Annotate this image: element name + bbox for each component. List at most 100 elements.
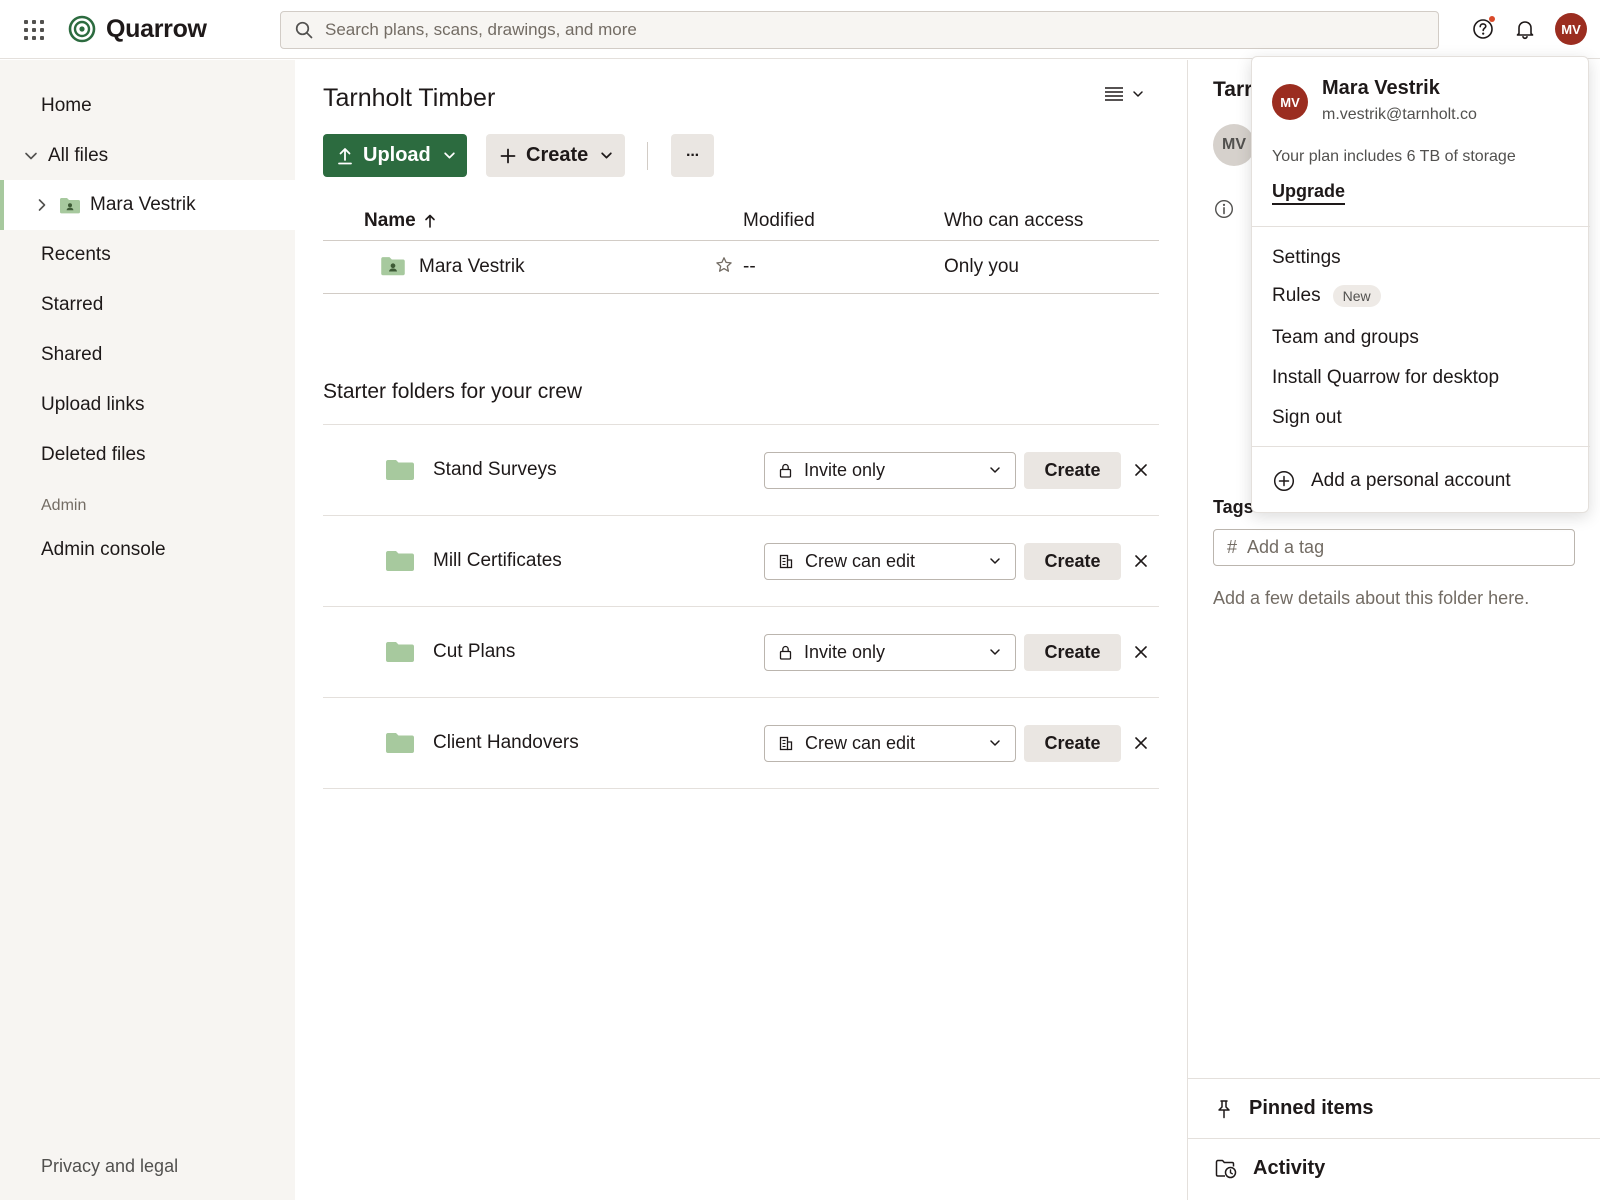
notifications-button[interactable] [1512,16,1538,42]
star-icon[interactable] [715,256,733,280]
more-actions-button[interactable]: ··· [671,134,714,177]
chevron-down-icon[interactable] [22,149,40,163]
menu-item-label: Rules [1272,285,1321,306]
starter-folder-name: Stand Surveys [433,459,557,480]
access-value: Only you [944,256,1019,277]
help-button[interactable] [1470,16,1496,42]
create-folder-button[interactable]: Create [1024,543,1121,580]
building-icon [779,554,793,569]
add-account-label: Add a personal account [1311,470,1511,491]
sidebar-item-all-files[interactable]: All files [0,131,295,181]
plus-circle-icon [1273,470,1295,492]
menu-item-sign-out[interactable]: Sign out [1272,407,1342,429]
column-header-modified[interactable]: Modified [743,210,815,232]
sidebar-item-mara-vestrik[interactable]: Mara Vestrik [0,180,295,230]
sidebar-item-starred[interactable]: Starred [0,280,295,330]
menu-item-rules[interactable]: Rules New [1272,285,1381,307]
access-select[interactable]: Crew can edit [764,543,1016,580]
account-avatar-button[interactable]: MV [1555,13,1587,45]
more-icon: ··· [686,146,700,164]
sidebar-item-deleted-files[interactable]: Deleted files [0,430,295,480]
create-folder-button[interactable]: Create [1024,634,1121,671]
pinned-items-section[interactable]: Pinned items [1188,1078,1600,1138]
view-toggle-button[interactable] [1104,86,1144,102]
upload-button[interactable]: Upload [323,134,467,177]
chevron-down-icon [1133,91,1143,97]
menu-item-settings[interactable]: Settings [1272,247,1341,269]
create-folder-button[interactable]: Create [1024,725,1121,762]
sidebar-item-home[interactable]: Home [0,81,295,131]
activity-label: Activity [1253,1157,1326,1179]
sort-ascending-icon [424,214,435,228]
avatar: MV [1272,84,1308,120]
starter-folder-name: Mill Certificates [433,550,562,571]
privacy-legal-link[interactable]: Privacy and legal [41,1156,178,1177]
avatar: MV [1213,124,1255,166]
page-title: Tarnholt Timber [323,84,496,112]
sidebar-item-upload-links[interactable]: Upload links [0,380,295,430]
search-bar[interactable] [280,11,1439,49]
starter-folder-row: Stand Surveys Invite only Create [323,425,1159,516]
hash-icon: # [1227,537,1238,557]
account-menu: MV Mara Vestrik m.vestrik@tarnholt.co Yo… [1251,56,1590,513]
sidebar-item-shared[interactable]: Shared [0,330,295,380]
upgrade-link[interactable]: Upgrade [1272,181,1346,205]
starter-folder-name: Cut Plans [433,641,516,662]
menu-item-team-groups[interactable]: Team and groups [1272,327,1419,349]
close-icon[interactable] [1131,642,1151,662]
sidebar-item-admin-console[interactable]: Admin console [0,525,295,575]
sidebar: Home All files Mara Vestrik Recents Star… [0,60,295,1200]
folder-icon [385,459,415,486]
pinned-items-label: Pinned items [1249,1097,1374,1119]
access-select[interactable]: Crew can edit [764,725,1016,762]
folder-icon [385,641,415,668]
chevron-down-icon [990,740,1000,746]
shared-folder-icon [59,197,81,214]
divider [1252,446,1590,447]
modified-value: -- [743,256,756,277]
quarrow-logo-icon [68,15,96,43]
account-name: Mara Vestrik [1322,77,1440,99]
access-select-value: Crew can edit [805,551,916,571]
lock-icon [779,463,792,478]
pin-icon [1218,1099,1230,1118]
close-icon[interactable] [1131,460,1151,480]
search-input[interactable] [325,20,1405,40]
sidebar-item-label: Starred [41,294,104,315]
access-select[interactable]: Invite only [764,634,1016,671]
column-header-name[interactable]: Name [364,210,436,232]
notification-dot [1489,16,1495,22]
sidebar-item-label: Home [41,95,92,116]
chevron-down-icon [990,649,1000,655]
sidebar-item-label: All files [48,145,109,166]
plus-icon [500,148,516,163]
file-table-header: Name Modified Who can access [323,208,1159,241]
app-grid-icon[interactable] [22,18,44,40]
access-select[interactable]: Invite only [764,452,1016,489]
upload-button-label: Upload [363,144,431,166]
folder-icon [385,732,415,759]
add-personal-account-button[interactable]: Add a personal account [1273,470,1511,492]
sidebar-item-recents[interactable]: Recents [0,230,295,280]
app-logo[interactable]: Quarrow [68,13,207,45]
close-icon[interactable] [1131,551,1151,571]
sidebar-item-label: Admin console [41,539,166,560]
chevron-right-icon[interactable] [33,198,51,212]
account-email: m.vestrik@tarnholt.co [1322,106,1477,123]
file-name[interactable]: Mara Vestrik [419,256,525,278]
create-button[interactable]: Create [486,134,625,177]
chevron-down-icon [444,152,455,159]
menu-item-install-desktop[interactable]: Install Quarrow for desktop [1272,367,1499,389]
details-title: Tarr [1213,78,1253,101]
tag-input-placeholder: Add a tag [1247,537,1325,557]
tag-input[interactable]: # Add a tag [1213,529,1575,566]
folder-description-prompt[interactable]: Add a few details about this folder here… [1213,588,1529,609]
table-row[interactable]: Mara Vestrik -- Only you [323,242,1159,294]
admin-section-label: Admin [41,497,87,514]
column-header-access[interactable]: Who can access [944,210,1083,232]
sidebar-item-label: Upload links [41,394,145,415]
create-folder-button[interactable]: Create [1024,452,1121,489]
activity-section[interactable]: Activity [1188,1138,1600,1198]
close-icon[interactable] [1131,733,1151,753]
app-name: Quarrow [106,14,207,43]
